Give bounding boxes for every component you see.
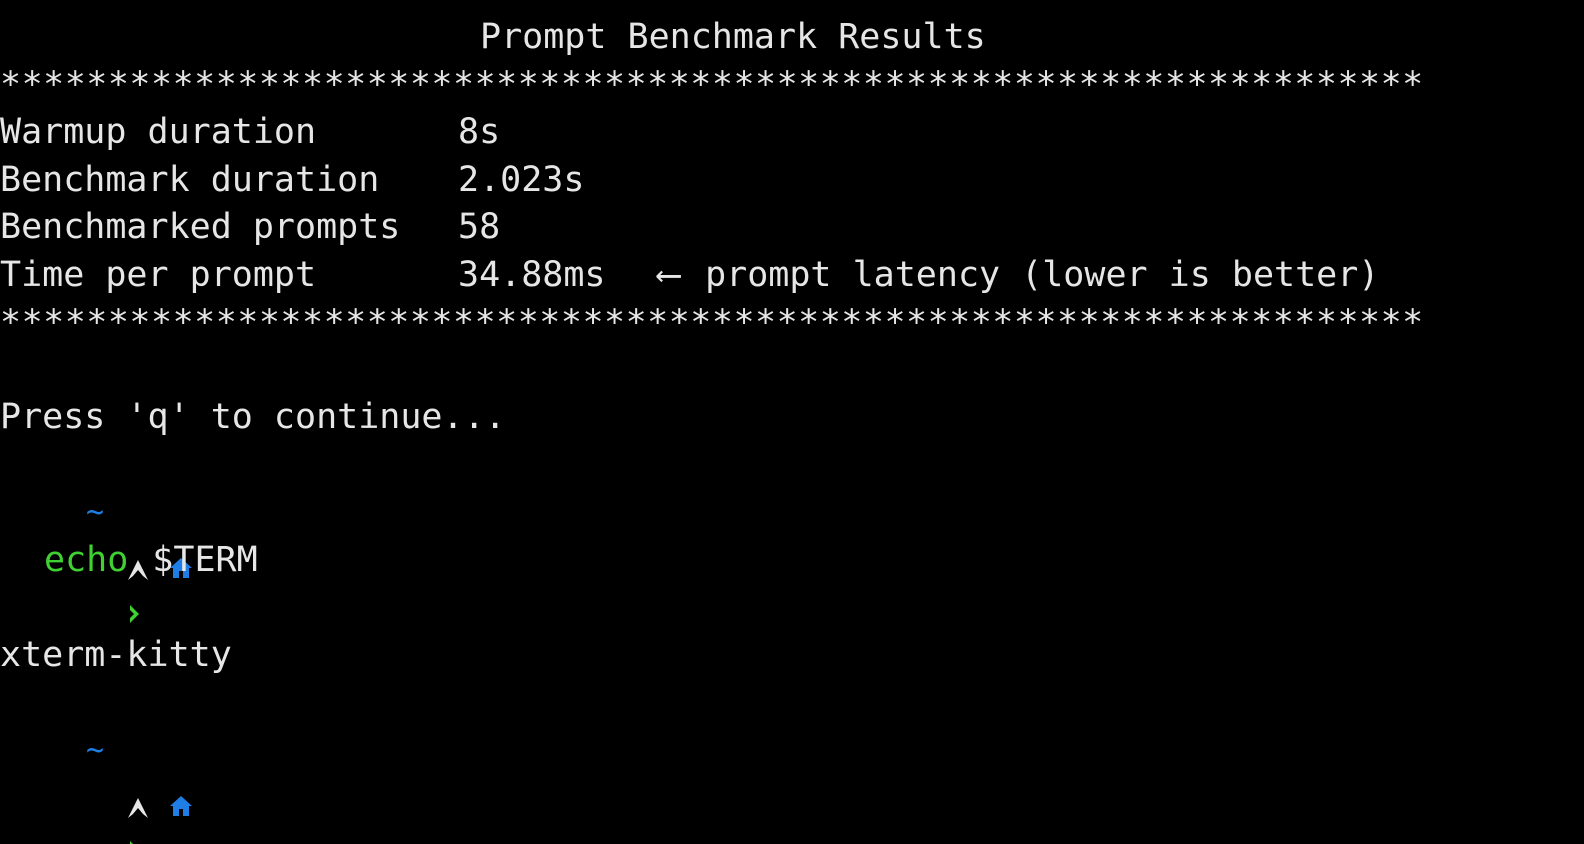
command-name: echo [44,540,129,580]
row-warmup: Warmup duration 8s [0,109,658,157]
row-value: 8s [458,112,501,152]
separator-top: ****************************************… [0,65,1424,105]
prompt-header-2: ~ [0,727,193,819]
home-icon [42,738,193,817]
current-directory: ~ [86,733,105,768]
chevron-right-icon [0,783,134,844]
latency-note: prompt latency (lower is better) [705,255,1380,295]
arch-linux-icon [0,739,149,819]
separator-bottom: ****************************************… [0,303,1424,343]
row-value: 2.023s [458,160,585,200]
command-argument: $TERM [152,540,258,580]
row-value: 34.88ms [458,255,606,295]
current-directory: ~ [86,495,105,530]
benchmark-title: Prompt Benchmark Results [480,17,986,57]
command-output: xterm-kitty [0,635,232,675]
chevron-right-icon [0,547,140,624]
long-left-arrow-icon: ⟵ [658,255,680,295]
command-line-1[interactable]: echo $TERM [0,537,258,624]
press-q-message: Press 'q' to continue... [0,397,506,437]
row-label: Benchmarked prompts [0,207,401,247]
arch-linux-icon [0,501,149,581]
prompt-header-1: ~ [0,489,193,581]
row-time-per-prompt: Time per prompt 34.88ms ⟵ prompt latency (l… [0,252,1379,300]
command-line-2[interactable] [0,773,134,844]
home-icon [42,500,193,579]
terminal-window[interactable]: Prompt Benchmark Results ***************… [0,0,1584,844]
row-label: Time per prompt [0,255,317,295]
row-benchmarked-prompts: Benchmarked prompts 58 [0,204,658,252]
row-value: 58 [458,207,501,247]
row-benchmark-duration: Benchmark duration 2.023s [0,157,658,205]
row-label: Warmup duration [0,112,317,152]
row-label: Benchmark duration [0,160,380,200]
